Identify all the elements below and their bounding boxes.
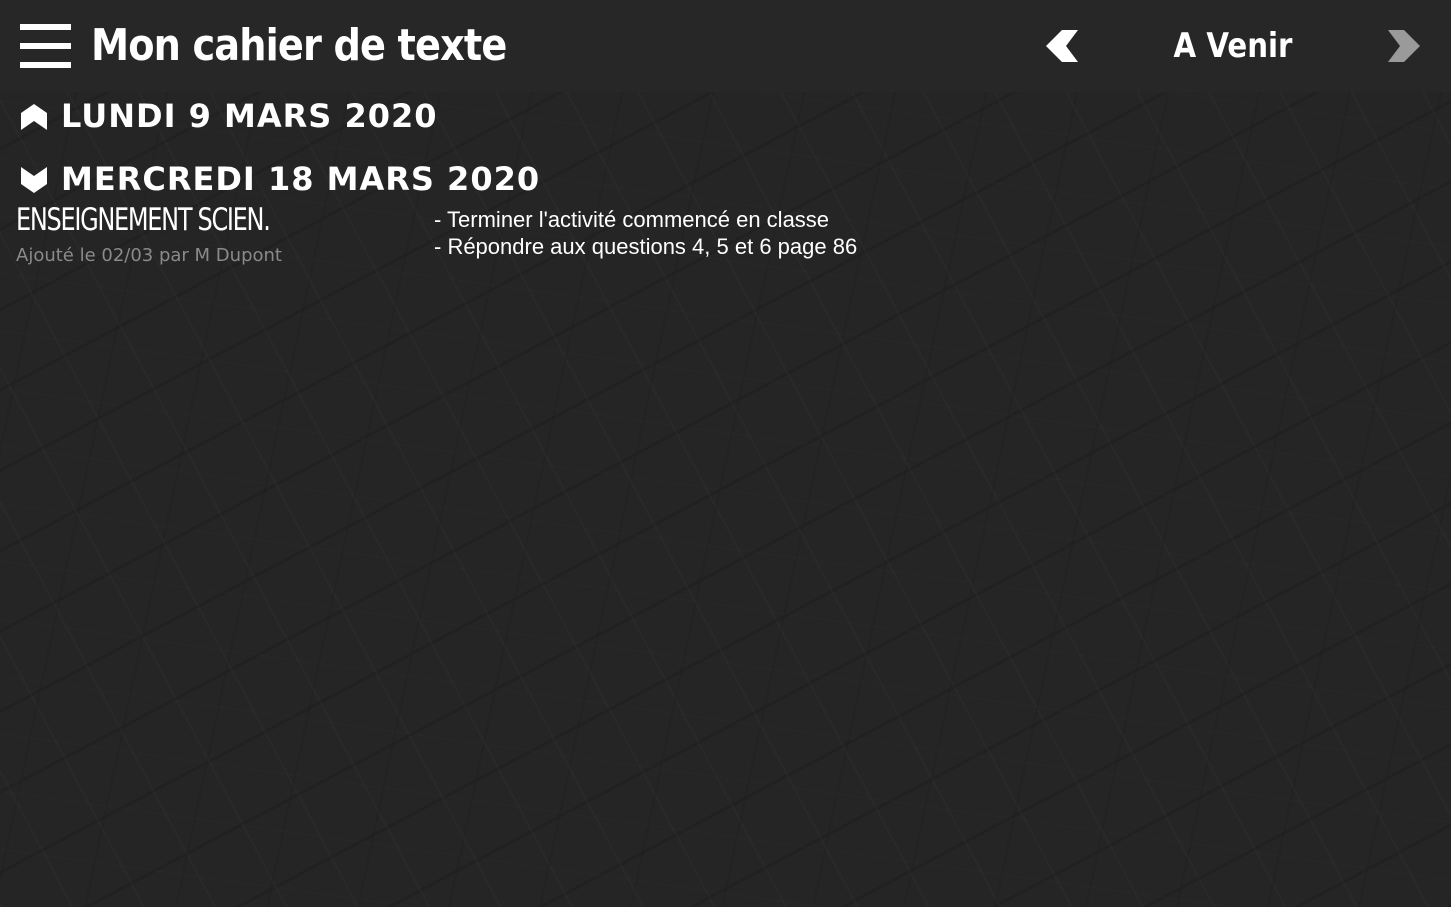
chevron-down-icon — [21, 167, 47, 193]
day-heading-lundi[interactable]: LUNDI 9 MARS 2020 — [18, 96, 437, 136]
period-label: A Venir — [1173, 26, 1293, 66]
homework-task-list: - Terminer l'activité commencé en classe… — [434, 206, 857, 260]
previous-period-button[interactable] — [1044, 28, 1080, 64]
homework-subject: ENSEIGNEMENT SCIEN. — [16, 202, 271, 238]
day-label: MERCREDI 18 MARS 2020 — [61, 160, 541, 198]
chevron-up-icon — [21, 104, 47, 130]
day-heading-mercredi[interactable]: MERCREDI 18 MARS 2020 — [18, 159, 539, 199]
menu-icon-bar — [20, 43, 71, 49]
day-label: LUNDI 9 MARS 2020 — [61, 97, 438, 135]
menu-icon-bar — [20, 24, 71, 30]
hamburger-menu-icon[interactable] — [20, 24, 71, 68]
top-bar: Mon cahier de texte A Venir — [0, 0, 1451, 92]
homework-task: - Terminer l'activité commencé en classe — [434, 207, 830, 232]
chevron-left-icon — [1046, 30, 1078, 62]
homework-task: - Répondre aux questions 4, 5 et 6 page … — [434, 234, 858, 259]
homework-added-by: Ajouté le 02/03 par M Dupont — [16, 245, 282, 266]
next-period-button[interactable] — [1386, 28, 1422, 64]
menu-icon-bar — [20, 62, 71, 68]
chevron-right-icon — [1388, 30, 1420, 62]
page-title: Mon cahier de texte — [91, 20, 507, 71]
